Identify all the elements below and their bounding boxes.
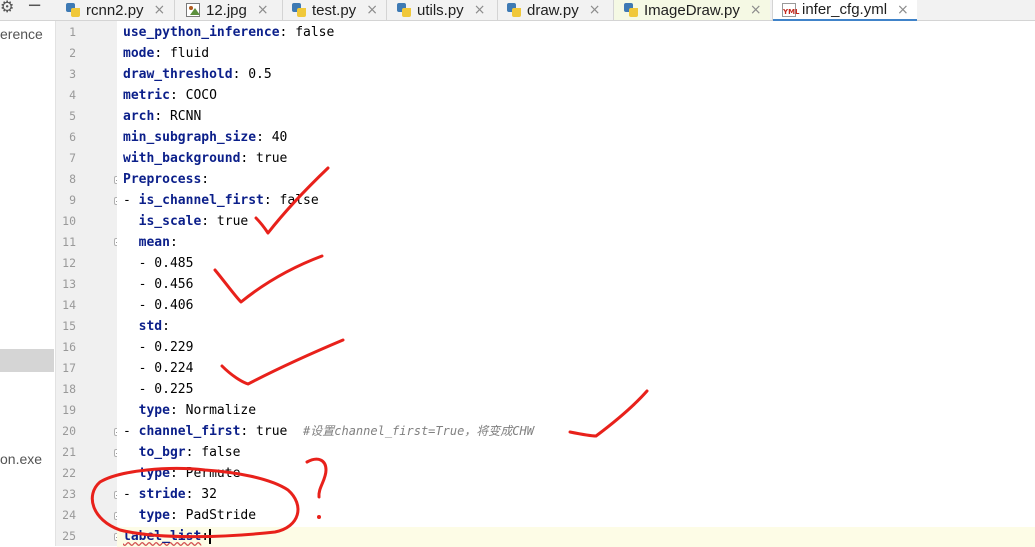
question-mark-stroke (305, 457, 328, 499)
question-mark-dot (317, 515, 321, 519)
check-mark (254, 166, 330, 235)
check-mark (213, 254, 324, 304)
check-mark (220, 338, 345, 386)
handwritten-annotations (90, 166, 649, 539)
circle-stride (90, 467, 300, 539)
check-mark (568, 389, 649, 438)
